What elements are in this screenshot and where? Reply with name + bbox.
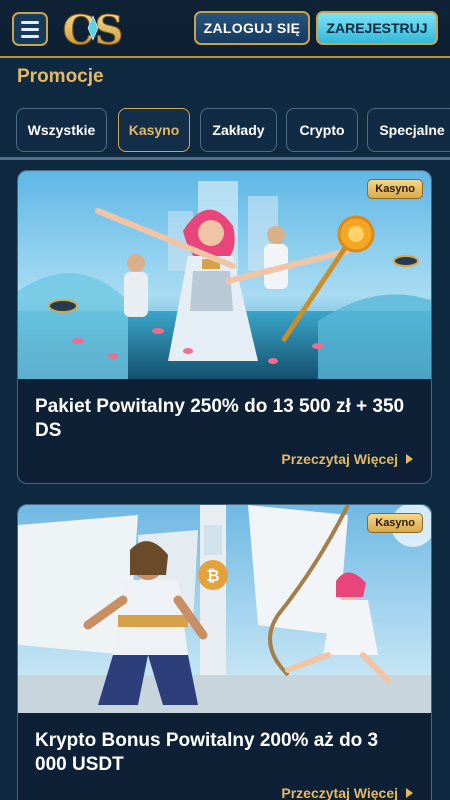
- read-more-label: Przeczytaj Więcej: [281, 451, 398, 467]
- promo-category-tabs: Wszystkie Kasyno Zakłady Crypto Specjaln…: [16, 108, 450, 154]
- menu-line: [21, 27, 39, 31]
- tab-all[interactable]: Wszystkie: [16, 108, 107, 152]
- category-badge: Kasyno: [367, 513, 423, 533]
- read-more-link[interactable]: Przeczytaj Więcej: [281, 451, 413, 467]
- tab-casino[interactable]: Kasyno: [118, 108, 190, 152]
- tabs-divider: [0, 157, 450, 160]
- menu-line: [21, 20, 39, 24]
- login-button[interactable]: ZALOGUJ SIĘ: [194, 11, 310, 45]
- promo-card[interactable]: ₿ Kasyno Krypto Bonus Powitalny 200% aż …: [17, 504, 432, 800]
- tab-crypto[interactable]: Crypto: [286, 108, 358, 152]
- hamburger-menu-button[interactable]: [12, 12, 48, 46]
- top-header: CS ZALOGUJ SIĘ ZAREJESTRUJ: [0, 0, 450, 58]
- read-more-label: Przeczytaj Więcej: [281, 785, 398, 800]
- promo-title: Krypto Bonus Powitalny 200% aż do 3 000 …: [35, 730, 379, 775]
- register-button[interactable]: ZAREJESTRUJ: [316, 11, 438, 45]
- promo-title: Pakiet Powitalny 250% do 13 500 zł + 350…: [35, 396, 405, 441]
- logo[interactable]: CS: [58, 6, 128, 53]
- tab-special[interactable]: Specjalne: [367, 108, 450, 152]
- promo-card[interactable]: Kasyno Pakiet Powitalny 250% do 13 500 z…: [17, 170, 432, 484]
- promo-image: Kasyno: [18, 171, 431, 379]
- page-title: Promocje: [17, 66, 104, 87]
- arrow-right-icon: [406, 454, 413, 464]
- menu-line: [21, 34, 39, 38]
- svg-text:₿: ₿: [206, 566, 219, 585]
- arrow-right-icon: [406, 788, 413, 798]
- tab-betting[interactable]: Zakłady: [200, 108, 277, 152]
- promo-card-body: Pakiet Powitalny 250% do 13 500 zł + 350…: [18, 379, 431, 483]
- promo-image: ₿ Kasyno: [18, 505, 431, 713]
- read-more-link[interactable]: Przeczytaj Więcej: [281, 785, 413, 800]
- category-badge: Kasyno: [367, 179, 423, 199]
